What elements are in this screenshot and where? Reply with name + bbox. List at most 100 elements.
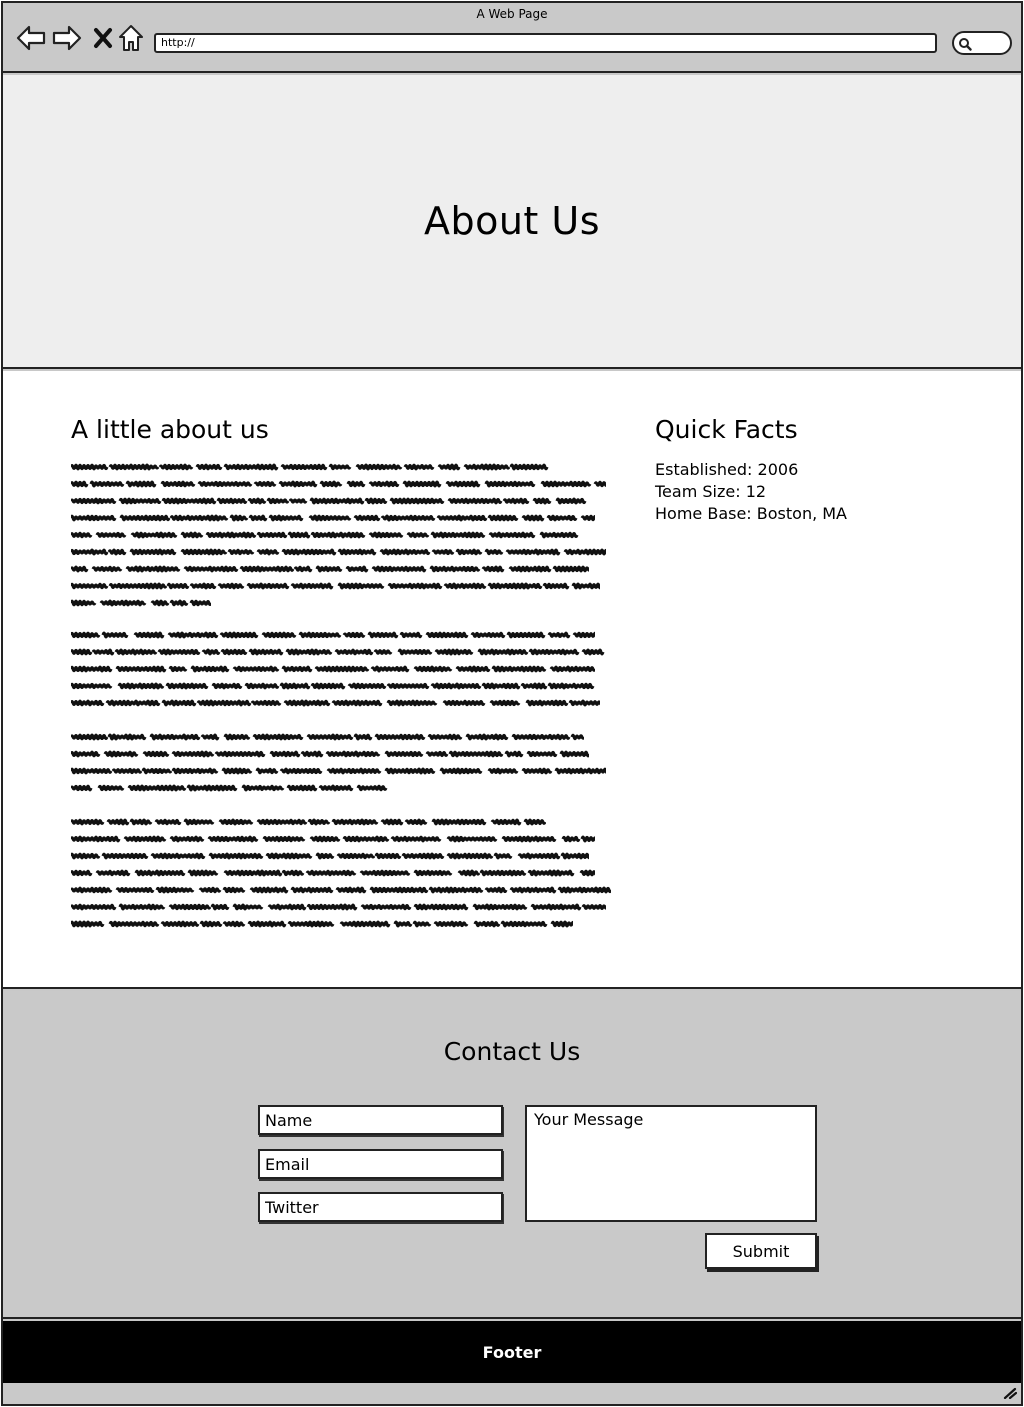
scribble-word xyxy=(71,480,89,488)
contact-heading: Contact Us xyxy=(443,1037,581,1066)
scribble-word xyxy=(248,648,284,656)
scribble-word xyxy=(581,904,606,910)
scribble-word xyxy=(560,852,589,860)
scribble-word xyxy=(310,531,366,539)
scribble-text-line xyxy=(71,459,611,476)
scribble-word xyxy=(117,682,165,690)
scribble-text-line xyxy=(71,476,611,493)
scribble-word xyxy=(310,682,346,690)
scribble-text-line xyxy=(71,595,611,612)
scribble-word xyxy=(101,852,149,860)
scribble-word xyxy=(91,565,123,573)
scribble-word xyxy=(463,463,511,471)
twitter-input[interactable] xyxy=(258,1192,503,1222)
scribble-word xyxy=(160,480,196,488)
scribble-word xyxy=(285,648,333,656)
scribble-word xyxy=(380,818,404,826)
scribble-stroke xyxy=(71,852,589,860)
scribble-word xyxy=(425,631,469,639)
scribble-word xyxy=(484,886,508,894)
scribble-word xyxy=(386,699,438,707)
scribble-word xyxy=(368,531,404,539)
status-bar xyxy=(3,1383,1021,1404)
scribble-word xyxy=(71,531,93,539)
scribble-word xyxy=(370,665,410,673)
scribble-word xyxy=(71,886,113,894)
scribble-word xyxy=(413,903,469,911)
browser-search-box[interactable] xyxy=(952,31,1012,55)
scribble-word xyxy=(306,903,358,911)
scribble-word xyxy=(402,480,442,488)
scribble-word xyxy=(286,784,318,792)
scribble-text-line xyxy=(71,831,611,848)
scribble-word xyxy=(300,750,324,758)
home-button[interactable] xyxy=(115,23,147,53)
name-input[interactable] xyxy=(258,1105,503,1135)
about-paragraph-1 xyxy=(71,459,611,612)
scribble-text-line xyxy=(71,763,611,780)
scribble-word xyxy=(337,548,377,556)
scribble-word xyxy=(430,531,486,539)
scribble-word xyxy=(196,699,252,707)
scribble-word xyxy=(379,548,431,556)
scribble-stroke xyxy=(71,869,595,877)
scribble-word xyxy=(487,767,519,775)
scribble-word xyxy=(105,699,161,707)
scribble-word xyxy=(71,565,89,573)
scribble-word xyxy=(71,548,109,556)
scribble-word xyxy=(130,531,178,539)
scribble-word xyxy=(305,869,357,877)
scribble-word xyxy=(374,852,402,860)
page-title: About Us xyxy=(423,199,601,243)
submit-button[interactable]: Submit xyxy=(705,1233,817,1269)
scribble-word xyxy=(319,480,343,488)
scribble-word xyxy=(252,733,304,741)
scribble-word xyxy=(360,903,412,911)
scribble-word xyxy=(353,733,373,741)
scribble-word xyxy=(154,818,182,826)
scribble-word xyxy=(399,631,423,639)
scribble-word xyxy=(150,599,170,607)
address-bar[interactable]: http:// xyxy=(154,33,937,53)
scribble-word xyxy=(425,750,449,758)
scribble-word xyxy=(367,631,399,639)
resize-grip-icon[interactable] xyxy=(1003,1387,1017,1399)
scribble-word xyxy=(232,903,264,911)
scribble-text-line xyxy=(71,661,611,678)
scribble-word xyxy=(71,903,117,911)
scribble-word xyxy=(570,733,584,741)
scribble-word xyxy=(442,699,486,707)
scribble-word xyxy=(125,480,157,488)
scribble-word xyxy=(218,818,254,826)
scribble-word xyxy=(517,852,561,860)
scribble-word xyxy=(71,920,105,928)
scribble-word xyxy=(241,784,285,792)
scribble-word xyxy=(371,565,427,573)
scribble-word xyxy=(169,599,189,607)
scribble-word xyxy=(504,750,524,758)
scribble-word xyxy=(217,582,245,590)
scribble-word xyxy=(401,852,445,860)
message-textarea[interactable] xyxy=(525,1105,817,1222)
scribble-word xyxy=(199,920,223,928)
scribble-word xyxy=(336,852,376,860)
scribble-word xyxy=(290,886,334,894)
scribble-word xyxy=(150,852,206,860)
scribble-word xyxy=(197,480,253,488)
scribble-word xyxy=(183,565,239,573)
scribble-word xyxy=(431,818,487,826)
scribble-word xyxy=(527,869,575,877)
scribble-word xyxy=(71,497,117,505)
scribble-word xyxy=(373,649,393,655)
scribble-word xyxy=(428,886,484,894)
scribble-word xyxy=(158,463,194,471)
about-paragraph-4 xyxy=(71,814,611,933)
forward-button[interactable] xyxy=(51,23,83,53)
scribble-word xyxy=(580,514,595,522)
back-button[interactable] xyxy=(15,23,47,53)
scribble-word xyxy=(309,835,341,843)
scribble-stroke xyxy=(71,548,606,556)
contact-section: Contact Us Submit xyxy=(3,991,1021,1319)
email-input[interactable] xyxy=(258,1149,503,1179)
scribble-word xyxy=(532,497,552,505)
